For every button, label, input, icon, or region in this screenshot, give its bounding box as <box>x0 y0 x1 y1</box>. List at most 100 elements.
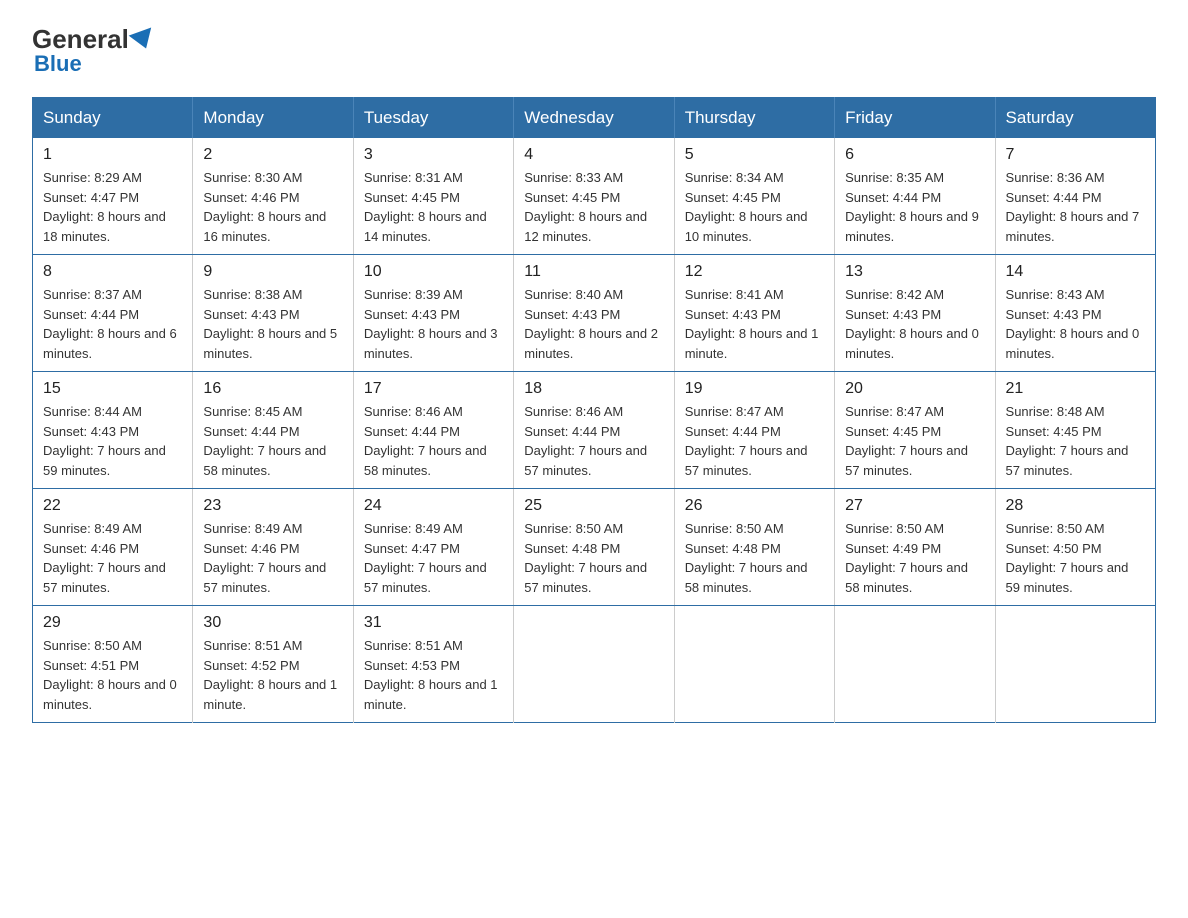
calendar-table: SundayMondayTuesdayWednesdayThursdayFrid… <box>32 97 1156 723</box>
day-cell: 31 Sunrise: 8:51 AMSunset: 4:53 PMDayligh… <box>353 606 513 723</box>
day-number: 25 <box>524 497 663 515</box>
week-row-1: 1 Sunrise: 8:29 AMSunset: 4:47 PMDaylight… <box>33 138 1156 255</box>
day-cell: 24 Sunrise: 8:49 AMSunset: 4:47 PMDayligh… <box>353 489 513 606</box>
header-tuesday: Tuesday <box>353 98 513 139</box>
week-row-4: 22Sunrise: 8:49 AMSunset: 4:46 PMDayligh… <box>33 489 1156 606</box>
day-cell: 14Sunrise: 8:43 AMSunset: 4:43 PMDayligh… <box>995 255 1155 372</box>
day-cell: 27Sunrise: 8:50 AMSunset: 4:49 PMDayligh… <box>835 489 995 606</box>
header-saturday: Saturday <box>995 98 1155 139</box>
day-number: 21 <box>1006 380 1145 398</box>
day-info: Sunrise: 8:50 AMSunset: 4:51 PMDaylight:… <box>43 636 182 714</box>
logo-triangle-icon <box>128 27 157 52</box>
day-info: Sunrise: 8:49 AMSunset: 4:46 PMDaylight:… <box>43 519 182 597</box>
day-info: Sunrise: 8:30 AMSunset: 4:46 PMDaylight:… <box>203 168 342 246</box>
day-number: 13 <box>845 263 984 281</box>
header-sunday: Sunday <box>33 98 193 139</box>
day-number: 18 <box>524 380 663 398</box>
day-cell: 4 Sunrise: 8:33 AMSunset: 4:45 PMDaylight… <box>514 138 674 255</box>
day-number: 29 <box>43 614 182 632</box>
day-info: Sunrise: 8:49 AMSunset: 4:46 PMDaylight:… <box>203 519 342 597</box>
day-cell: 30 Sunrise: 8:51 AMSunset: 4:52 PMDayligh… <box>193 606 353 723</box>
day-number: 8 <box>43 263 182 281</box>
day-cell: 19 Sunrise: 8:47 AMSunset: 4:44 PMDayligh… <box>674 372 834 489</box>
day-info: Sunrise: 8:29 AMSunset: 4:47 PMDaylight:… <box>43 168 182 246</box>
header-friday: Friday <box>835 98 995 139</box>
day-info: Sunrise: 8:47 AMSunset: 4:44 PMDaylight:… <box>685 402 824 480</box>
day-info: Sunrise: 8:51 AMSunset: 4:53 PMDaylight:… <box>364 636 503 714</box>
day-cell: 22Sunrise: 8:49 AMSunset: 4:46 PMDayligh… <box>33 489 193 606</box>
day-number: 9 <box>203 263 342 281</box>
day-number: 24 <box>364 497 503 515</box>
day-cell: 2 Sunrise: 8:30 AMSunset: 4:46 PMDaylight… <box>193 138 353 255</box>
header-thursday: Thursday <box>674 98 834 139</box>
day-number: 28 <box>1006 497 1145 515</box>
day-number: 31 <box>364 614 503 632</box>
day-cell: 1 Sunrise: 8:29 AMSunset: 4:47 PMDaylight… <box>33 138 193 255</box>
day-cell: 16 Sunrise: 8:45 AMSunset: 4:44 PMDayligh… <box>193 372 353 489</box>
day-info: Sunrise: 8:36 AMSunset: 4:44 PMDaylight:… <box>1006 168 1145 246</box>
day-number: 15 <box>43 380 182 398</box>
day-info: Sunrise: 8:50 AMSunset: 4:48 PMDaylight:… <box>685 519 824 597</box>
day-info: Sunrise: 8:33 AMSunset: 4:45 PMDaylight:… <box>524 168 663 246</box>
day-number: 11 <box>524 263 663 281</box>
day-cell <box>995 606 1155 723</box>
day-info: Sunrise: 8:46 AMSunset: 4:44 PMDaylight:… <box>524 402 663 480</box>
week-row-3: 15 Sunrise: 8:44 AMSunset: 4:43 PMDayligh… <box>33 372 1156 489</box>
day-number: 14 <box>1006 263 1145 281</box>
day-number: 17 <box>364 380 503 398</box>
week-row-5: 29 Sunrise: 8:50 AMSunset: 4:51 PMDayligh… <box>33 606 1156 723</box>
day-number: 2 <box>203 146 342 164</box>
day-cell: 18 Sunrise: 8:46 AMSunset: 4:44 PMDayligh… <box>514 372 674 489</box>
day-cell: 29 Sunrise: 8:50 AMSunset: 4:51 PMDayligh… <box>33 606 193 723</box>
logo: General Blue <box>32 24 157 77</box>
day-info: Sunrise: 8:50 AMSunset: 4:50 PMDaylight:… <box>1006 519 1145 597</box>
day-number: 1 <box>43 146 182 164</box>
day-info: Sunrise: 8:38 AMSunset: 4:43 PMDaylight:… <box>203 285 342 363</box>
header-monday: Monday <box>193 98 353 139</box>
day-number: 7 <box>1006 146 1145 164</box>
day-number: 26 <box>685 497 824 515</box>
day-number: 3 <box>364 146 503 164</box>
day-info: Sunrise: 8:51 AMSunset: 4:52 PMDaylight:… <box>203 636 342 714</box>
day-info: Sunrise: 8:46 AMSunset: 4:44 PMDaylight:… <box>364 402 503 480</box>
day-info: Sunrise: 8:50 AMSunset: 4:48 PMDaylight:… <box>524 519 663 597</box>
day-info: Sunrise: 8:48 AMSunset: 4:45 PMDaylight:… <box>1006 402 1145 480</box>
day-info: Sunrise: 8:45 AMSunset: 4:44 PMDaylight:… <box>203 402 342 480</box>
day-number: 6 <box>845 146 984 164</box>
day-info: Sunrise: 8:31 AMSunset: 4:45 PMDaylight:… <box>364 168 503 246</box>
logo-blue-text: Blue <box>32 51 82 77</box>
day-info: Sunrise: 8:49 AMSunset: 4:47 PMDaylight:… <box>364 519 503 597</box>
day-number: 20 <box>845 380 984 398</box>
day-number: 16 <box>203 380 342 398</box>
page-header: General Blue <box>32 24 1156 77</box>
day-number: 30 <box>203 614 342 632</box>
day-cell: 17 Sunrise: 8:46 AMSunset: 4:44 PMDayligh… <box>353 372 513 489</box>
day-number: 27 <box>845 497 984 515</box>
day-info: Sunrise: 8:41 AMSunset: 4:43 PMDaylight:… <box>685 285 824 363</box>
day-info: Sunrise: 8:44 AMSunset: 4:43 PMDaylight:… <box>43 402 182 480</box>
day-cell: 11Sunrise: 8:40 AMSunset: 4:43 PMDayligh… <box>514 255 674 372</box>
day-info: Sunrise: 8:39 AMSunset: 4:43 PMDaylight:… <box>364 285 503 363</box>
day-number: 19 <box>685 380 824 398</box>
header-wednesday: Wednesday <box>514 98 674 139</box>
week-row-2: 8 Sunrise: 8:37 AMSunset: 4:44 PMDaylight… <box>33 255 1156 372</box>
day-info: Sunrise: 8:37 AMSunset: 4:44 PMDaylight:… <box>43 285 182 363</box>
day-cell: 26 Sunrise: 8:50 AMSunset: 4:48 PMDayligh… <box>674 489 834 606</box>
day-cell <box>674 606 834 723</box>
day-number: 4 <box>524 146 663 164</box>
day-cell: 21 Sunrise: 8:48 AMSunset: 4:45 PMDayligh… <box>995 372 1155 489</box>
day-cell <box>835 606 995 723</box>
day-info: Sunrise: 8:35 AMSunset: 4:44 PMDaylight:… <box>845 168 984 246</box>
day-info: Sunrise: 8:42 AMSunset: 4:43 PMDaylight:… <box>845 285 984 363</box>
day-cell: 12 Sunrise: 8:41 AMSunset: 4:43 PMDayligh… <box>674 255 834 372</box>
day-cell: 8 Sunrise: 8:37 AMSunset: 4:44 PMDaylight… <box>33 255 193 372</box>
day-cell: 15 Sunrise: 8:44 AMSunset: 4:43 PMDayligh… <box>33 372 193 489</box>
day-number: 23 <box>203 497 342 515</box>
day-info: Sunrise: 8:47 AMSunset: 4:45 PMDaylight:… <box>845 402 984 480</box>
day-cell: 7 Sunrise: 8:36 AMSunset: 4:44 PMDaylight… <box>995 138 1155 255</box>
day-cell: 13 Sunrise: 8:42 AMSunset: 4:43 PMDayligh… <box>835 255 995 372</box>
day-number: 12 <box>685 263 824 281</box>
day-cell: 10Sunrise: 8:39 AMSunset: 4:43 PMDayligh… <box>353 255 513 372</box>
day-cell: 23 Sunrise: 8:49 AMSunset: 4:46 PMDayligh… <box>193 489 353 606</box>
day-cell: 20 Sunrise: 8:47 AMSunset: 4:45 PMDayligh… <box>835 372 995 489</box>
